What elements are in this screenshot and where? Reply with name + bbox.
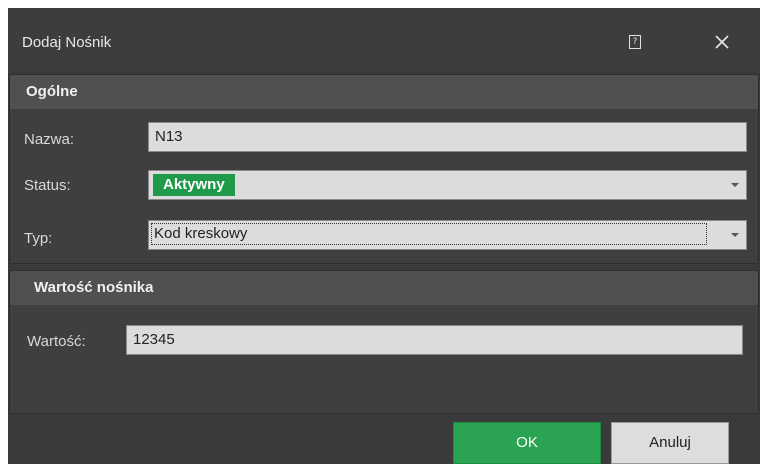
name-label: Nazwa: xyxy=(24,131,75,148)
add-carrier-dialog: Dodaj Nośnik ? Ogólne Nazwa: N13 Status:… xyxy=(8,8,760,464)
type-value: Kod kreskowy xyxy=(151,223,707,245)
carrier-value-section: Wartość nośnika Wartość: 12345 xyxy=(9,270,759,414)
type-select[interactable]: Kod kreskowy xyxy=(148,220,747,250)
name-field[interactable]: N13 xyxy=(148,122,747,152)
carrier-value-section-header: Wartość nośnika xyxy=(10,271,758,305)
value-field[interactable]: 12345 xyxy=(126,325,743,355)
value-label: Wartość: xyxy=(27,333,86,350)
status-label: Status: xyxy=(24,177,71,194)
ok-button[interactable]: OK xyxy=(453,422,601,464)
title-bar: Dodaj Nośnik ? xyxy=(8,8,760,72)
chevron-down-icon xyxy=(724,171,746,199)
close-icon[interactable] xyxy=(710,30,734,54)
name-value: N13 xyxy=(155,128,183,145)
dialog-title: Dodaj Nośnik xyxy=(22,34,112,51)
status-badge: Aktywny xyxy=(153,174,235,196)
chevron-down-icon xyxy=(724,221,746,249)
type-label: Typ: xyxy=(24,230,53,247)
cancel-button[interactable]: Anuluj xyxy=(611,422,729,464)
status-select[interactable]: Aktywny xyxy=(148,170,747,200)
general-section: Ogólne Nazwa: N13 Status: Aktywny Typ: K… xyxy=(9,74,759,264)
general-section-header: Ogólne xyxy=(10,75,758,109)
value-value: 12345 xyxy=(133,331,175,348)
help-icon[interactable]: ? xyxy=(629,35,641,49)
